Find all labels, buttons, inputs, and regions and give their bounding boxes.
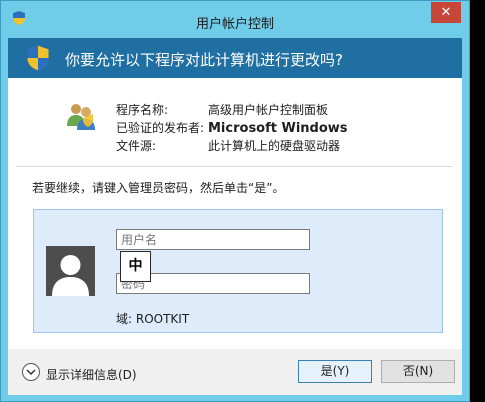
- username-input[interactable]: [116, 229, 310, 250]
- users-icon: [67, 104, 95, 130]
- show-details-toggle[interactable]: [22, 363, 40, 381]
- program-name-value: 高级用户帐户控制面板: [208, 103, 329, 117]
- window-title: 用户帐户控制: [195, 17, 274, 32]
- ime-indicator: 中: [120, 251, 151, 282]
- domain-label: 域: ROOTKIT: [116, 312, 190, 326]
- dialog-footer: 显示详细信息(D) 是(Y) 否(N): [8, 349, 462, 395]
- divider: [16, 166, 452, 167]
- close-button[interactable]: ✕: [431, 2, 461, 23]
- uac-dialog: 用户帐户控制 ✕ 你要允许以下程序对此计算机进行更改吗? 程序名称: 高级用户帐户…: [0, 0, 470, 402]
- chevron-down-icon: [26, 369, 36, 376]
- program-name-label: 程序名称:: [116, 103, 169, 117]
- show-details-link[interactable]: 显示详细信息(D): [46, 366, 137, 383]
- no-button[interactable]: 否(N): [381, 360, 455, 383]
- publisher-label: 已验证的发布者:: [116, 121, 205, 135]
- publisher-value: Microsoft Windows: [208, 121, 348, 136]
- shield-icon: [27, 45, 49, 71]
- file-source-label: 文件源:: [116, 139, 157, 153]
- yes-button[interactable]: 是(Y): [298, 360, 372, 383]
- program-info: 程序名称: 高级用户帐户控制面板 已验证的发布者: Microsoft Window…: [116, 101, 348, 155]
- credential-panel: 中 域: ROOTKIT: [33, 209, 443, 333]
- question-text: 你要允许以下程序对此计算机进行更改吗?: [65, 51, 343, 69]
- dialog-content: 程序名称: 高级用户帐户控制面板 已验证的发布者: Microsoft Window…: [8, 78, 462, 349]
- close-icon: ✕: [440, 5, 452, 20]
- title-bar: 用户帐户控制 ✕: [1, 1, 469, 37]
- user-avatar-icon: [46, 246, 95, 296]
- question-banner: 你要允许以下程序对此计算机进行更改吗?: [8, 38, 462, 78]
- file-source-value: 此计算机上的硬盘驱动器: [208, 139, 341, 153]
- password-prompt: 若要继续，请键入管理员密码，然后单击“是”。: [32, 181, 285, 195]
